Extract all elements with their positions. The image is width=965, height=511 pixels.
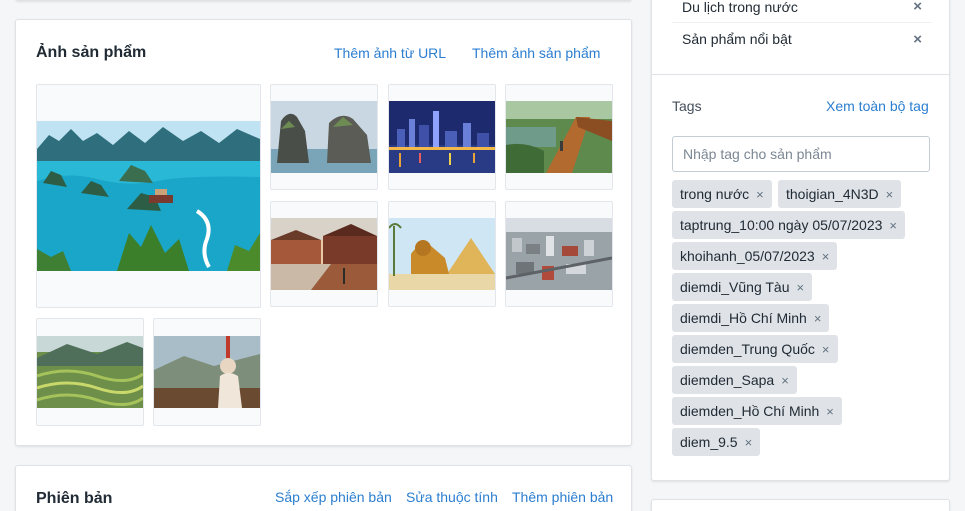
product-images-card: Ảnh sản phẩm Thêm ảnh từ URL Thêm ảnh sả… [15,19,632,446]
tag-label: khoihanh_05/07/2023 [680,248,815,264]
category-row: Du lịch trong nước × [672,0,932,23]
tag-chip: diemden_Hồ Chí Minh × [672,397,842,425]
product-image-6[interactable] [388,201,496,307]
next-sidebar-card [651,499,950,511]
product-image-main[interactable] [36,84,261,308]
tag-chip: diem_9.5 × [672,428,761,456]
remove-tag-icon[interactable]: × [889,218,897,233]
remove-tag-icon[interactable]: × [822,249,830,264]
product-image-7[interactable] [505,201,613,307]
product-image-9[interactable] [153,318,261,426]
tag-label: diemden_Trung Quốc [680,341,815,357]
organization-card: Du lịch trong nước × Sản phẩm nổi bật × … [651,0,950,481]
rock-islands-image [271,101,377,173]
divider [652,74,949,75]
sort-variants-link[interactable]: Sắp xếp phiên bản [275,489,392,505]
tag-chip: diemdi_Vũng Tàu × [672,273,813,301]
category-label: Du lịch trong nước [682,0,798,15]
images-section-title: Ảnh sản phẩm [36,44,147,61]
tag-chip: diemden_Sapa × [672,366,797,394]
add-product-image-link[interactable]: Thêm ảnh sản phẩm [472,45,600,61]
remove-tag-icon[interactable]: × [781,373,789,388]
product-image-8[interactable] [36,318,144,426]
tag-label: diemden_Sapa [680,372,775,388]
tag-label: diem_9.5 [680,434,738,450]
tag-input[interactable] [672,136,930,172]
tag-label: diemden_Hồ Chí Minh [680,403,820,419]
previous-card [15,0,632,1]
tag-label: trong nước [680,186,750,202]
halong-bay-image [37,121,260,271]
product-image-5[interactable] [270,201,378,307]
remove-tag-icon[interactable]: × [796,280,804,295]
tag-chip: diemden_Trung Quốc × [672,335,838,363]
add-image-from-url-link[interactable]: Thêm ảnh từ URL [334,45,446,61]
add-variant-link[interactable]: Thêm phiên bản [512,489,613,505]
tag-label: taptrung_10:00 ngày 05/07/2023 [680,217,883,233]
old-town-image [271,218,377,290]
tag-chip: khoihanh_05/07/2023 × [672,242,838,270]
product-variants-card: Phiên bản Sắp xếp phiên bản Sửa thuộc tí… [15,465,632,511]
wooden-walkway-image [506,101,612,173]
remove-tag-icon[interactable]: × [886,187,894,202]
tag-chip: taptrung_10:00 ngày 05/07/2023 × [672,211,905,239]
tag-label: diemdi_Hồ Chí Minh [680,310,807,326]
category-row: Sản phẩm nổi bật × [672,23,932,55]
remove-tag-icon[interactable]: × [826,404,834,419]
tag-label: diemdi_Vũng Tàu [680,279,790,295]
rice-terraces-image [37,336,143,408]
remove-category-icon[interactable]: × [913,31,922,48]
city-night-image [389,101,495,173]
product-image-3[interactable] [388,84,496,190]
product-image-2[interactable] [270,84,378,190]
remove-category-icon[interactable]: × [913,0,922,15]
traveler-viewpoint-image [154,336,260,408]
tags-label: Tags [672,98,702,114]
remove-tag-icon[interactable]: × [745,435,753,450]
product-image-4[interactable] [505,84,613,190]
variants-section-title: Phiên bản [36,490,113,507]
tag-chip: diemdi_Hồ Chí Minh × [672,304,830,332]
tag-chip: thoigian_4N3D × [778,180,902,208]
city-aerial-image [506,218,612,290]
remove-tag-icon[interactable]: × [814,311,822,326]
category-label: Sản phẩm nổi bật [682,31,792,47]
remove-tag-icon[interactable]: × [756,187,764,202]
tag-chip: trong nước × [672,180,772,208]
view-all-tags-link[interactable]: Xem toàn bộ tag [826,98,929,114]
edit-attributes-link[interactable]: Sửa thuộc tính [406,489,498,505]
remove-tag-icon[interactable]: × [822,342,830,357]
lion-statue-image [389,218,495,290]
tag-label: thoigian_4N3D [786,186,879,202]
